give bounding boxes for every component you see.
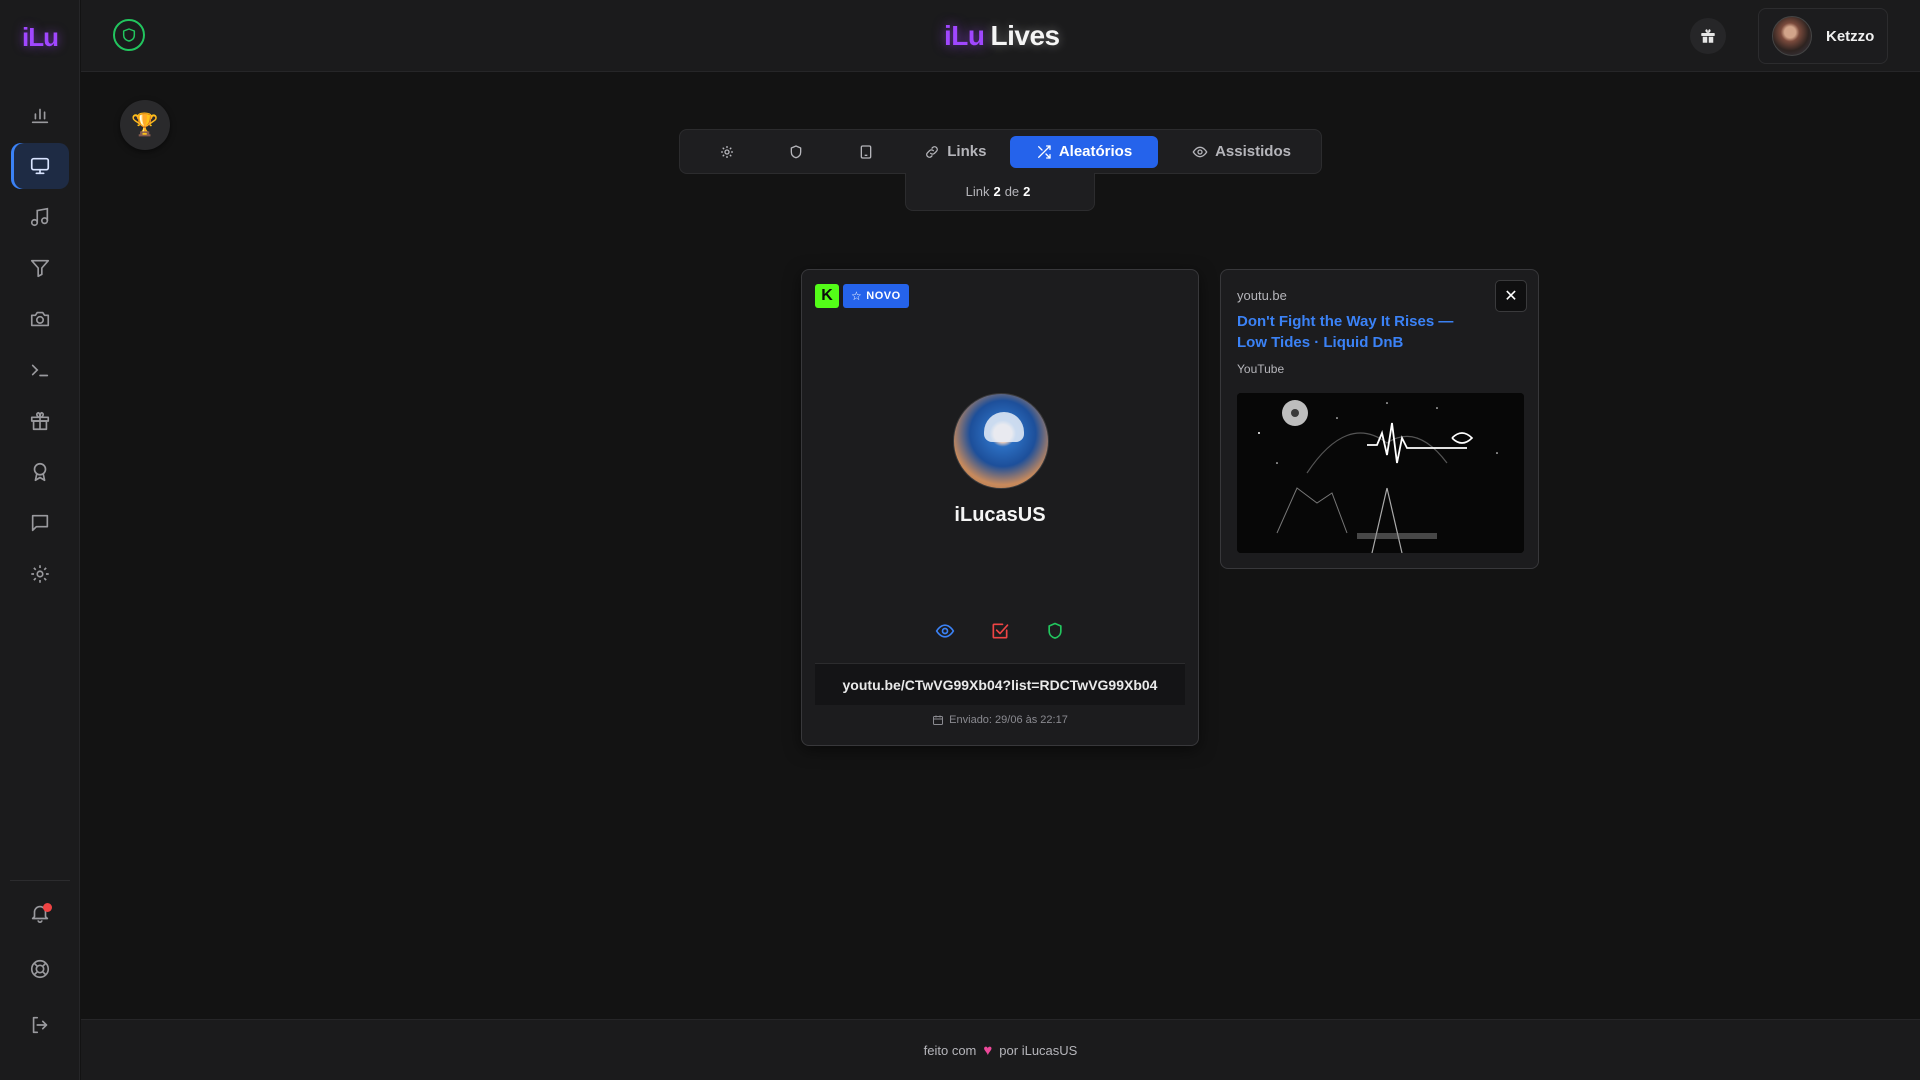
filter-icon — [30, 259, 50, 278]
new-badge-label: NOVO — [866, 290, 901, 302]
counter-prefix: Link — [965, 184, 990, 199]
tab-moderation[interactable] — [762, 136, 832, 168]
user-avatar — [1772, 16, 1812, 56]
brand-part-lives: Lives — [990, 20, 1061, 51]
tab-settings[interactable] — [692, 136, 762, 168]
monitor-icon — [30, 157, 50, 175]
moderation-shield-button[interactable] — [113, 19, 145, 51]
mark-watched-button[interactable] — [934, 620, 956, 642]
heart-icon: ♥ — [983, 1041, 993, 1059]
tab-bar: Links Aleatórios Assistidos — [679, 129, 1322, 174]
close-preview-button[interactable]: ✕ — [1495, 280, 1527, 312]
top-header: iLu Lives Ketzzo — [81, 0, 1920, 72]
link-card: K ☆ NOVO iLucasUS youtu.be/CTwVG99Xb04?l… — [801, 269, 1199, 746]
footer-author[interactable]: por iLucasUS — [999, 1043, 1077, 1058]
award-icon — [33, 462, 47, 482]
tab-random-label: Aleatórios — [1058, 143, 1133, 160]
sidebar-nav — [0, 92, 80, 602]
preview-title[interactable]: Don't Fight the Way It Rises — Low Tides… — [1237, 311, 1477, 353]
message-icon — [31, 514, 49, 532]
preview-domain: youtu.be — [1237, 288, 1287, 303]
tab-tablet[interactable] — [831, 136, 901, 168]
link-preview-card: youtu.be Don't Fight the Way It Rises — … — [1220, 269, 1539, 569]
tab-random[interactable]: Aleatórios — [1009, 135, 1159, 168]
shield-icon — [791, 144, 802, 158]
gift-button[interactable] — [1690, 18, 1726, 54]
sidebar-item-gifts[interactable] — [11, 398, 69, 444]
preview-thumbnail[interactable] — [1237, 393, 1524, 553]
terminal-icon — [31, 364, 49, 377]
sent-info: Enviado: 29/06 às 22:17 — [802, 714, 1198, 726]
moderate-button[interactable] — [1044, 620, 1066, 642]
camera-icon — [30, 311, 50, 327]
sidebar-divider — [10, 880, 70, 881]
gear-icon — [720, 145, 733, 158]
sidebar-bottom — [0, 890, 80, 1058]
gift-icon — [30, 411, 50, 431]
support-button[interactable] — [11, 946, 69, 992]
sidebar: iLu — [0, 0, 80, 1080]
sender-avatar — [953, 393, 1049, 489]
card-actions — [802, 620, 1198, 642]
gift-box-icon — [1701, 29, 1715, 43]
stats-icon — [31, 108, 49, 124]
star-icon: ☆ — [851, 289, 863, 303]
brand-part-ilu: iLu — [944, 20, 985, 51]
sidebar-item-camera[interactable] — [11, 296, 69, 342]
link-counter: Link 2 de 2 — [905, 173, 1095, 211]
sender-name: iLucasUS — [954, 504, 1046, 526]
sidebar-item-terminal[interactable] — [11, 347, 69, 393]
music-icon — [30, 207, 49, 227]
shuffle-icon — [1037, 144, 1051, 159]
logout-button[interactable] — [11, 1002, 69, 1048]
link-url[interactable]: youtu.be/CTwVG99Xb04?list=RDCTwVG99Xb04 — [815, 663, 1185, 705]
trophy-icon: 🏆 — [131, 112, 159, 137]
footer: feito com ♥ por iLucasUS — [81, 1019, 1920, 1080]
trophy-button[interactable]: 🏆 — [120, 100, 170, 150]
logout-icon — [32, 1016, 48, 1034]
notifications-button[interactable] — [11, 890, 69, 936]
sidebar-item-lives[interactable] — [11, 143, 69, 189]
app-logo[interactable]: iLu — [0, 22, 80, 53]
settings-icon — [31, 565, 49, 583]
sidebar-item-messages[interactable] — [11, 500, 69, 546]
sidebar-item-stats[interactable] — [11, 92, 69, 138]
lifebuoy-icon — [30, 959, 50, 979]
footer-made-with: feito com — [923, 1042, 977, 1058]
counter-separator: de — [1004, 184, 1020, 199]
link-icon — [926, 145, 939, 158]
sidebar-item-music[interactable] — [11, 194, 69, 240]
thumbnail-artwork — [1237, 393, 1524, 553]
new-badge: ☆ NOVO — [843, 284, 909, 308]
sidebar-item-settings[interactable] — [11, 551, 69, 597]
tab-links[interactable]: Links — [901, 136, 1010, 168]
tab-watched[interactable]: Assistidos — [1162, 136, 1321, 168]
checkbox-icon — [992, 623, 1009, 639]
counter-total: 2 — [1023, 184, 1031, 199]
sent-timestamp: Enviado: 29/06 às 22:17 — [949, 714, 1068, 726]
notification-dot — [43, 903, 52, 912]
sidebar-item-awards[interactable] — [11, 449, 69, 495]
tab-watched-label: Assistidos — [1215, 143, 1291, 160]
eye-icon — [935, 624, 955, 638]
shield-icon — [122, 28, 136, 42]
eye-icon — [1192, 146, 1208, 157]
sidebar-item-filter[interactable] — [11, 245, 69, 291]
brand-title: iLu Lives — [944, 20, 1060, 52]
preview-site-name: YouTube — [1237, 362, 1285, 376]
profile-name: Ketzzo — [1826, 27, 1875, 45]
kick-platform-badge: K — [815, 284, 839, 308]
counter-current: 2 — [993, 184, 1001, 199]
tab-links-label: Links — [947, 143, 987, 160]
shield-icon — [1048, 622, 1062, 639]
user-profile-button[interactable]: Ketzzo — [1758, 8, 1888, 64]
tablet-icon — [860, 144, 872, 159]
calendar-icon — [933, 715, 944, 725]
check-button[interactable] — [989, 620, 1011, 642]
